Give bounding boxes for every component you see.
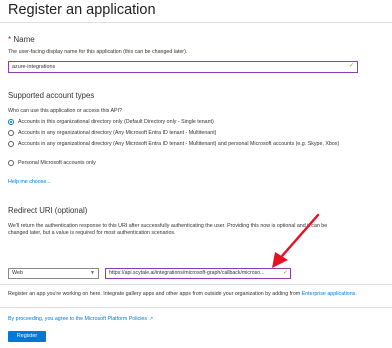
page-title: Register an application (8, 2, 156, 18)
footer-note: Register an app you're working on here. … (8, 291, 357, 297)
divider (0, 284, 392, 285)
platform-select-value: Web (12, 270, 23, 276)
checkmark-icon: ✓ (349, 63, 355, 69)
arrow-shaft (280, 213, 320, 258)
external-link-icon: ↗ (148, 316, 154, 322)
help-me-choose-link[interactable]: Help me choose... (8, 179, 51, 185)
platform-policies-text: By proceeding, you agree to the Microsof… (8, 316, 147, 322)
footer-note-text: Register an app you're working on here. … (8, 291, 301, 297)
redirect-uri-value: https://api.scytale.ai/integrations/micr… (109, 270, 265, 276)
radio-button[interactable] (8, 141, 14, 147)
redirect-heading: Redirect URI (optional) (8, 206, 88, 215)
divider (0, 307, 392, 308)
redirect-description-line-2: changed later, but a value is required f… (8, 230, 176, 236)
name-label: * Name (8, 35, 35, 44)
name-description: The user-facing display name for this ap… (8, 49, 188, 55)
account-type-option-single-tenant[interactable]: Accounts in this organizational director… (8, 119, 214, 126)
account-type-option-multitenant-personal[interactable]: Accounts in any organizational directory… (8, 141, 388, 148)
register-button[interactable]: Register (8, 331, 46, 342)
option-label: Accounts in this organizational director… (18, 119, 214, 125)
redirect-uri-input[interactable]: https://api.scytale.ai/integrations/micr… (105, 268, 291, 279)
enterprise-applications-link[interactable]: Enterprise applications. (302, 291, 357, 297)
radio-button[interactable] (8, 160, 14, 166)
arrow-head (272, 252, 288, 268)
checkmark-icon: ✓ (283, 270, 289, 276)
chevron-down-icon: ▼ (90, 270, 95, 276)
radio-button[interactable] (8, 119, 14, 125)
account-types-question: Who can use this application or access t… (8, 108, 122, 114)
option-label: Personal Microsoft accounts only (18, 160, 96, 166)
divider (0, 22, 392, 23)
name-input[interactable]: azure-integrations (8, 61, 358, 73)
platform-policies-link[interactable]: By proceeding, you agree to the Microsof… (8, 316, 153, 322)
name-input-value: azure-integrations (12, 64, 56, 70)
option-label: Accounts in any organizational directory… (18, 141, 340, 147)
account-type-option-personal[interactable]: Personal Microsoft accounts only (8, 160, 96, 167)
required-marker: * (8, 35, 12, 44)
option-label: Accounts in any organizational directory… (18, 130, 217, 136)
account-types-heading: Supported account types (8, 91, 95, 100)
account-type-option-multitenant[interactable]: Accounts in any organizational directory… (8, 130, 216, 137)
name-label-text: Name (13, 35, 35, 44)
radio-button[interactable] (8, 130, 14, 136)
platform-select[interactable]: Web ▼ (8, 268, 99, 279)
redirect-description-line-1: We'll return the authentication response… (8, 223, 328, 229)
